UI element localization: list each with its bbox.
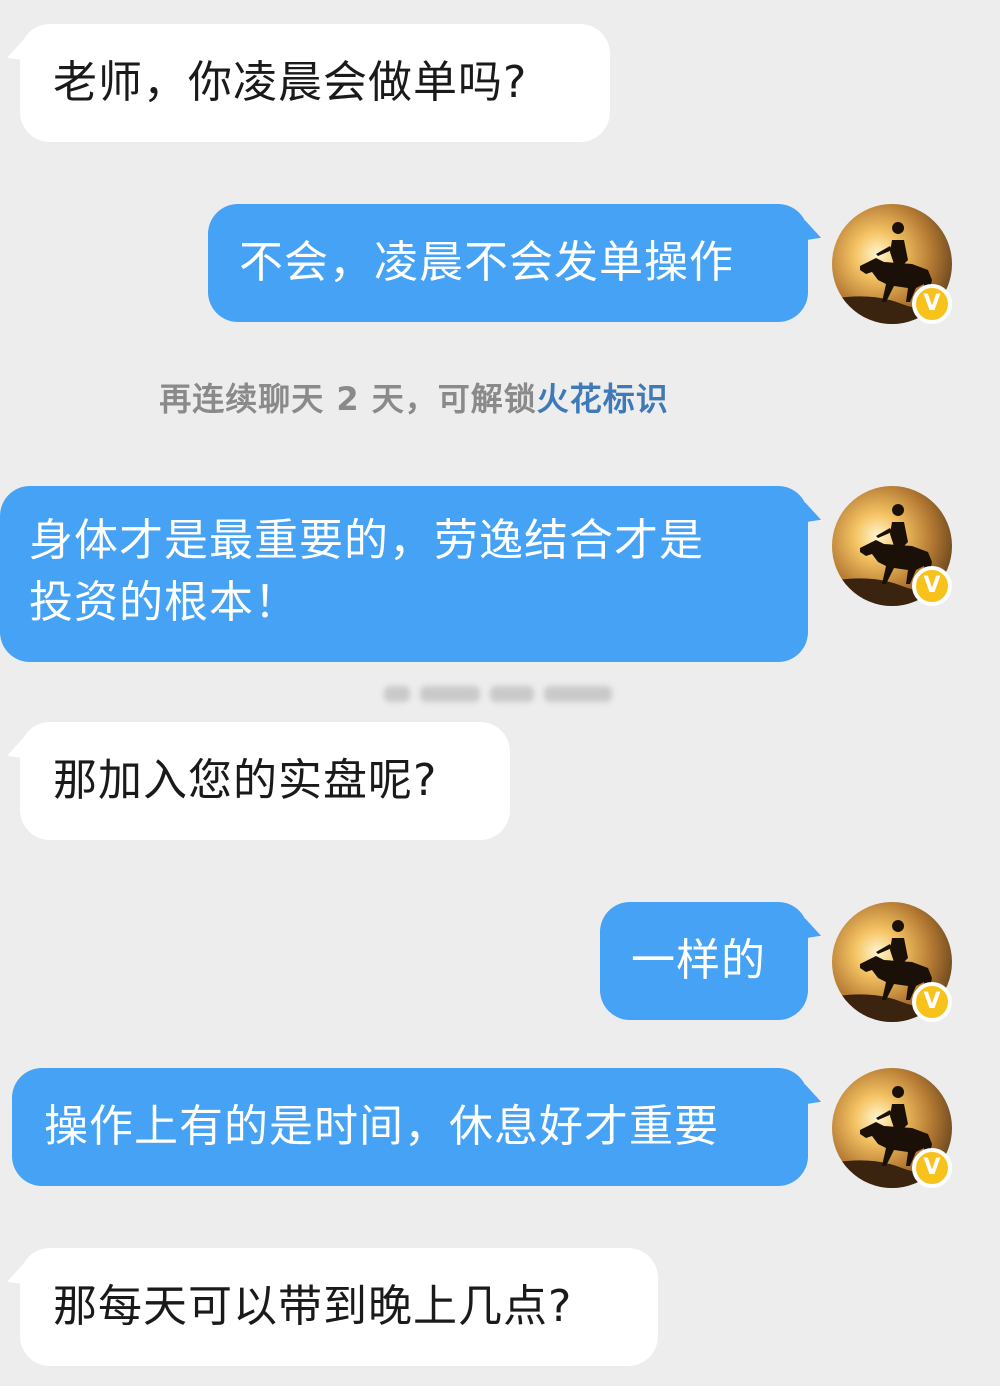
streak-notice: 再连续聊天 2 天，可解锁火花标识 (0, 376, 828, 422)
message-bubble-outgoing[interactable]: 身体才是最重要的，劳逸结合才是 投资的根本！ (0, 486, 808, 662)
avatar[interactable]: V (832, 204, 952, 324)
message-text-line: 投资的根本！ (29, 577, 299, 628)
message-bubble-outgoing[interactable]: 不会，凌晨不会发单操作 (208, 204, 808, 322)
verified-badge-icon: V (912, 284, 952, 324)
message-bubble-incoming[interactable]: 那加入您的实盘呢? (20, 722, 510, 840)
avatar[interactable]: V (832, 1068, 952, 1188)
verified-badge-icon: V (912, 982, 952, 1022)
avatar[interactable]: V (832, 486, 952, 606)
message-bubble-outgoing[interactable]: 操作上有的是时间，休息好才重要 (12, 1068, 808, 1186)
verified-badge-icon: V (912, 566, 952, 606)
message-text: 老师，你凌晨会做单吗? (53, 57, 528, 108)
spark-badge-link[interactable]: 火花标识 (537, 380, 669, 418)
message-text: 一样的 (631, 935, 766, 986)
verified-badge-icon: V (912, 1148, 952, 1188)
message-bubble-incoming[interactable]: 那每天可以带到晚上几点? (20, 1248, 658, 1366)
message-text-line: 身体才是最重要的，劳逸结合才是 (29, 515, 704, 566)
message-bubble-incoming[interactable]: 老师，你凌晨会做单吗? (20, 24, 610, 142)
message-text: 那每天可以带到晚上几点? (53, 1281, 573, 1332)
message-text: 那加入您的实盘呢? (53, 755, 438, 806)
notice-text: 再连续聊天 2 天，可解锁 (159, 380, 537, 418)
avatar[interactable]: V (832, 902, 952, 1022)
message-text: 不会，凌晨不会发单操作 (239, 237, 734, 288)
message-bubble-outgoing[interactable]: 一样的 (600, 902, 808, 1020)
message-text: 操作上有的是时间，休息好才重要 (44, 1101, 719, 1152)
blurred-system-text (380, 682, 616, 708)
